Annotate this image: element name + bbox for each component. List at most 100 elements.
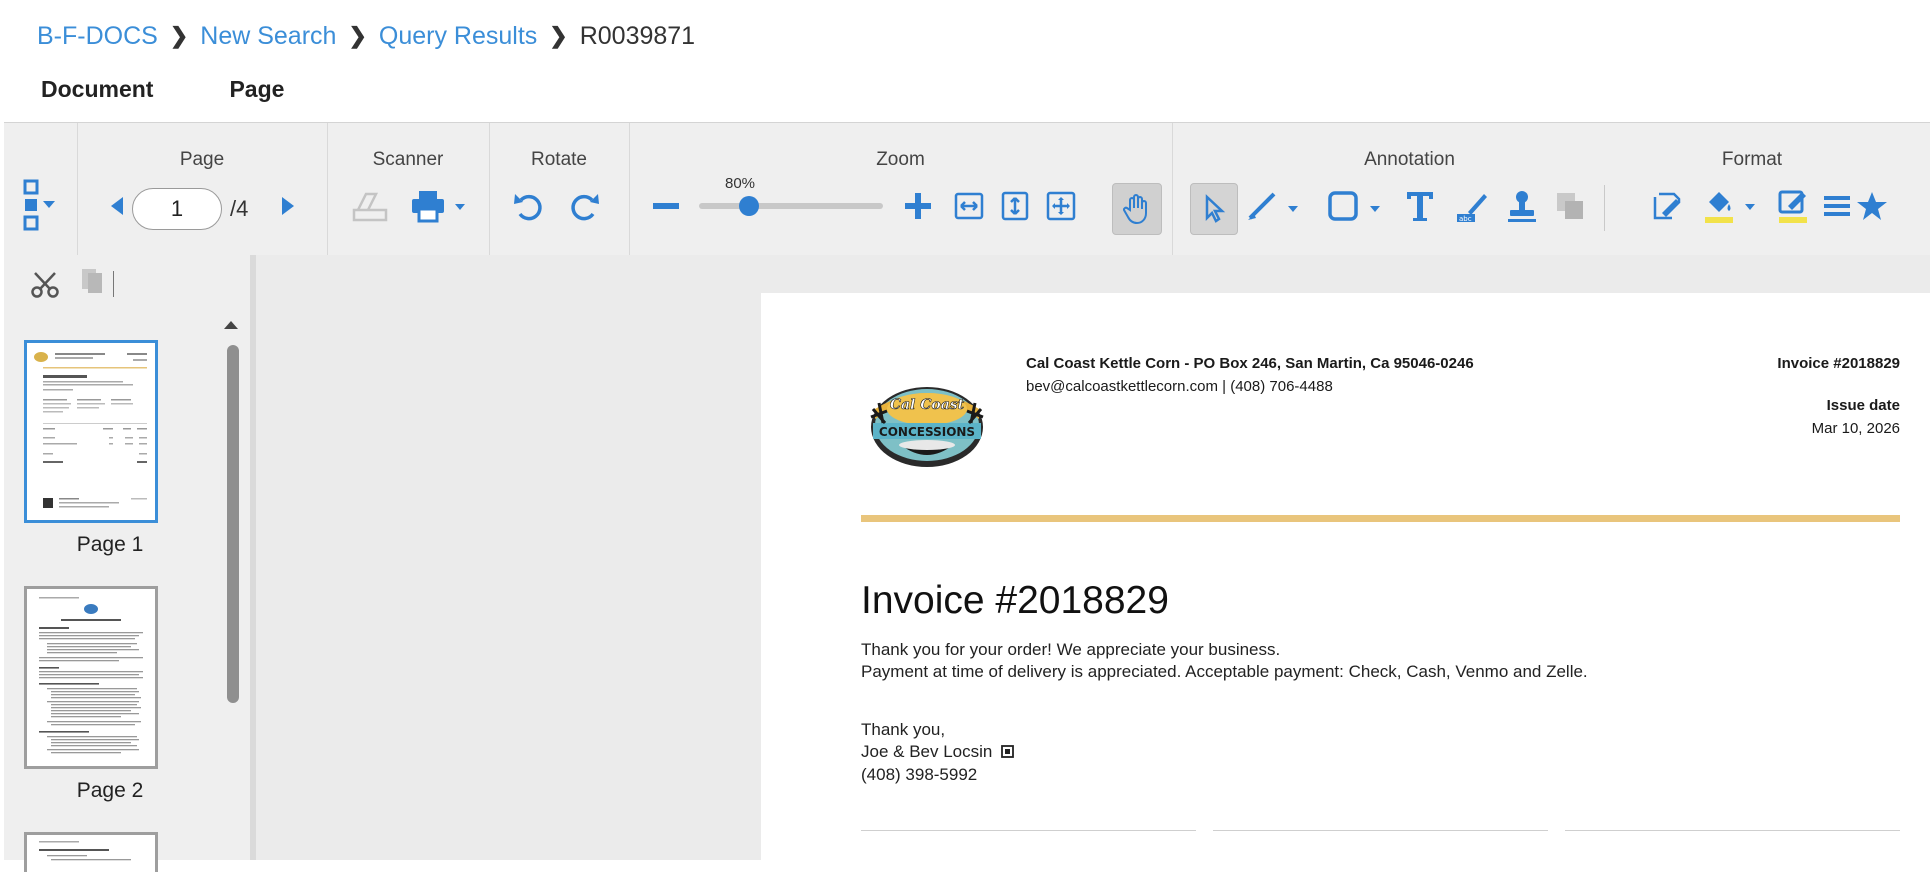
thumbnail-page-1[interactable] (24, 340, 158, 523)
stamp-icon (1508, 191, 1536, 222)
triangle-right-icon (282, 197, 294, 215)
zoom-value-label: 80% (725, 175, 756, 192)
select-tool-button[interactable] (1190, 183, 1238, 235)
view-group (4, 123, 78, 255)
thank-you-line: Thank you for your order! We appreciate … (861, 640, 1281, 659)
document-page: Cal Coast CONCESSIONS Cal Coast Kettle C… (761, 293, 1930, 860)
company-contact: bev@calcoastkettlecorn.com | (408) 706-4… (1026, 378, 1333, 395)
page-1-preview (34, 352, 147, 508)
zoom-group: Zoom 80% (629, 123, 1173, 255)
zoom-slider-handle[interactable] (738, 196, 759, 216)
line-weight-icon (1824, 196, 1850, 216)
page-total-label: /4 (230, 196, 249, 221)
contact-card-icon (1001, 745, 1014, 758)
pointer-arrow-icon (1205, 194, 1226, 223)
scanner-icon (352, 192, 388, 222)
chevron-right-icon: ❯ (169, 23, 189, 48)
company-address: Cal Coast Kettle Corn - PO Box 246, San … (1026, 355, 1474, 372)
minus-icon (653, 203, 679, 209)
format-group: Format (1647, 123, 1930, 255)
menu-document[interactable]: Document (41, 76, 153, 103)
paste-button[interactable] (78, 265, 108, 300)
signoff-names: Joe & Bev Locsin (861, 742, 1014, 762)
rotate-group-title: Rotate (531, 149, 587, 170)
fill-color-button[interactable] (1701, 181, 1767, 231)
logo-text-top: Cal Coast (890, 397, 965, 413)
invoice-heading: Invoice #2018829 (861, 579, 1169, 622)
line-weight-button[interactable] (1817, 181, 1857, 231)
fit-width-icon (954, 192, 984, 220)
breadcrumb-new-search[interactable]: New Search (200, 22, 336, 51)
pen-abc-icon: abc (1457, 194, 1487, 223)
menu-page[interactable]: Page (229, 76, 284, 103)
breadcrumb-b-f-docs[interactable]: B-F-DOCS (37, 22, 158, 51)
edit-annotation-button[interactable] (1647, 181, 1687, 231)
next-page-button[interactable] (273, 181, 303, 231)
contact-phone: (408) 398-5992 (861, 765, 978, 784)
star-icon (1857, 192, 1887, 220)
toolbar-ribbon: Page Scanner Rotate Zoom 80% Annotation … (4, 122, 1930, 256)
scroll-up-icon[interactable] (221, 315, 241, 335)
chevron-right-icon: ❯ (549, 23, 568, 48)
table-rule (1213, 830, 1548, 831)
printer-icon (412, 191, 465, 223)
breadcrumb-query-results[interactable]: Query Results (379, 22, 537, 51)
scan-button[interactable] (345, 181, 395, 231)
annotation-group-title: Annotation (1364, 149, 1455, 170)
cut-button[interactable] (30, 269, 60, 304)
fit-page-button[interactable] (1043, 181, 1079, 231)
toolbar-separator (1604, 185, 1605, 231)
line-icon (1248, 192, 1298, 220)
text-tool-button[interactable] (1400, 181, 1440, 231)
favorite-button[interactable] (1857, 181, 1887, 231)
thumbnail-layout-button[interactable] (12, 175, 62, 239)
table-rule (861, 830, 1196, 831)
logo-text-band: CONCESSIONS (879, 425, 975, 439)
line-tool-button[interactable] (1244, 181, 1310, 231)
hand-icon (1123, 194, 1147, 225)
page-2-preview (39, 597, 143, 754)
payment-terms-line: Payment at time of delivery is appreciat… (861, 662, 1588, 681)
shape-tool-button[interactable] (1326, 181, 1392, 231)
signoff-line: Thank you, (861, 720, 946, 739)
rotate-left-button[interactable] (509, 181, 549, 231)
rotate-cw-icon (571, 194, 599, 221)
previous-page-button[interactable] (102, 181, 132, 231)
layout-grid-icon (23, 179, 55, 231)
edit-document-icon (1653, 192, 1681, 220)
pan-tool-button[interactable] (1112, 183, 1162, 235)
highlight-edit-button[interactable] (1773, 181, 1813, 231)
redact-tool-button[interactable]: abc (1452, 181, 1492, 231)
svg-text:abc: abc (1459, 215, 1472, 223)
rotate-right-button[interactable] (564, 181, 604, 231)
page-3-preview (39, 841, 131, 861)
zoom-in-button[interactable] (901, 181, 935, 231)
fit-height-button[interactable] (997, 181, 1033, 231)
breadcrumb-current: R0039871 (579, 21, 696, 50)
company-logo: Cal Coast CONCESSIONS (865, 379, 991, 474)
fit-width-button[interactable] (951, 181, 987, 231)
zoom-slider-track[interactable] (699, 203, 883, 209)
print-button[interactable] (407, 181, 473, 231)
thumbnail-page-3[interactable] (24, 832, 158, 872)
text-t-icon (1407, 192, 1433, 221)
breadcrumb: B-F-DOCS ❯ New Search ❯ Query Results ❯ … (37, 18, 695, 54)
header-rule (861, 515, 1900, 522)
format-group-title: Format (1721, 149, 1783, 170)
names-text: Joe & Bev Locsin (861, 742, 993, 761)
invoice-number-header: Invoice #2018829 (1777, 355, 1900, 372)
cal-coast-concessions-logo: Cal Coast CONCESSIONS (870, 387, 984, 467)
page-group-title: Page (179, 149, 225, 170)
scanner-group: Scanner (327, 123, 490, 255)
thumbnail-scrollbar-thumb[interactable] (227, 345, 239, 703)
scissors-icon (31, 272, 59, 298)
plus-icon (905, 193, 931, 219)
stamp-tool-button[interactable] (1502, 181, 1542, 231)
page-number-input[interactable] (132, 188, 222, 230)
annotation-group: Annotation abc (1172, 123, 1647, 255)
fit-height-icon (1001, 191, 1029, 221)
overlay-tool-button[interactable] (1550, 181, 1590, 231)
thumbnail-page-2[interactable] (24, 586, 158, 769)
zoom-out-button[interactable] (649, 181, 683, 231)
table-rule (1565, 830, 1900, 831)
